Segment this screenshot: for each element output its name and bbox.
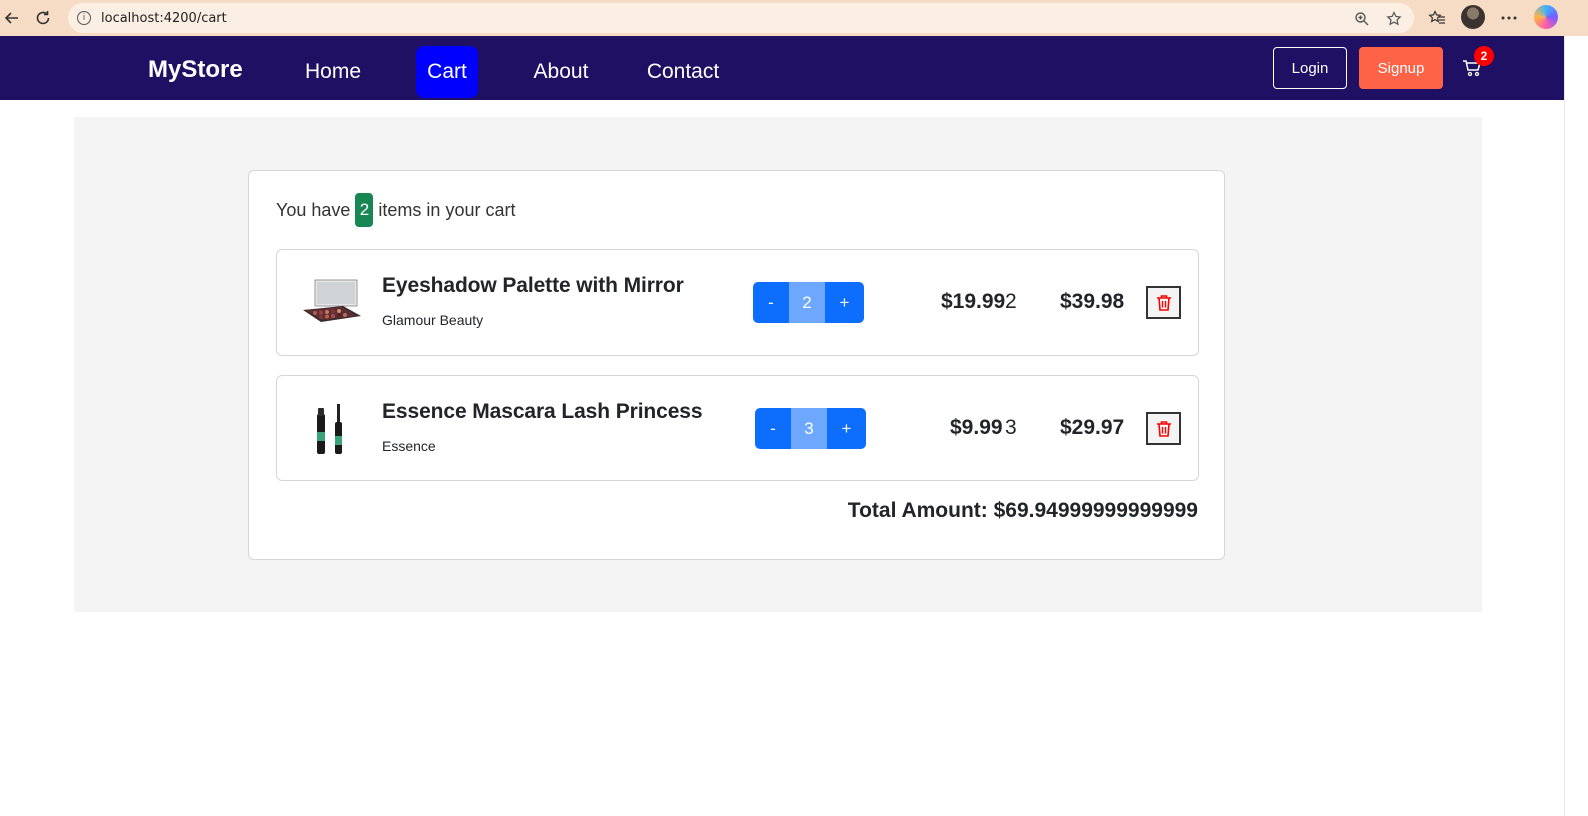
nav-link-contact[interactable]: Contact <box>640 46 726 98</box>
total-amount: Total Amount: $69.94999999999999 <box>848 499 1198 523</box>
unit-price: $19.99 <box>941 290 1006 313</box>
scrollbar[interactable] <box>1564 36 1588 816</box>
favorites-icon[interactable] <box>1425 6 1449 30</box>
product-brand: Glamour Beauty <box>382 312 484 328</box>
total-value: $69.94999999999999 <box>993 499 1198 522</box>
site-navbar: MyStore Home Cart About Contact Login Si… <box>0 36 1564 100</box>
quantity-stepper: - 3 + <box>755 408 866 449</box>
delete-item-button[interactable] <box>1146 412 1181 445</box>
product-name: Eyeshadow Palette with Mirror <box>382 274 684 297</box>
decrement-button[interactable]: - <box>753 282 789 323</box>
line-total: $39.98 <box>1060 290 1125 313</box>
increment-button[interactable]: + <box>827 408 866 449</box>
item-count-badge: 2 <box>355 193 374 227</box>
summary-prefix: You have <box>276 199 351 220</box>
cart-panel: You have 2 items in your cart Eyeshadow … <box>248 170 1225 560</box>
trash-icon <box>1156 294 1171 311</box>
brand-logo[interactable]: MyStore <box>148 56 243 84</box>
quantity-value: 3 <box>791 408 827 449</box>
address-bar[interactable]: i localhost:4200/cart <box>68 3 1414 33</box>
back-icon[interactable] <box>0 6 24 30</box>
quantity-stepper: - 2 + <box>753 282 864 323</box>
product-image-mascara <box>301 402 363 458</box>
product-brand: Essence <box>382 438 436 454</box>
cart-count-badge: 2 <box>1474 46 1494 66</box>
product-name: Essence Mascara Lash Princess <box>382 400 703 423</box>
cart-summary: You have 2 items in your cart <box>276 193 515 227</box>
quantity-value: 2 <box>789 282 825 323</box>
signup-button[interactable]: Signup <box>1359 47 1443 89</box>
unit-quantity: 3 <box>1005 416 1017 439</box>
site-info-icon[interactable]: i <box>77 11 91 25</box>
reload-icon[interactable] <box>31 6 55 30</box>
cart-item: Eyeshadow Palette with Mirror Glamour Be… <box>276 249 1199 356</box>
nav-link-cart[interactable]: Cart <box>416 46 478 98</box>
summary-suffix: items in your cart <box>378 199 516 220</box>
increment-button[interactable]: + <box>825 282 864 323</box>
copilot-icon[interactable] <box>1534 5 1558 29</box>
profile-avatar[interactable] <box>1461 5 1485 29</box>
browser-toolbar: i localhost:4200/cart <box>0 0 1588 36</box>
decrement-button[interactable]: - <box>755 408 791 449</box>
total-label: Total Amount: <box>847 499 988 522</box>
cart-item: Essence Mascara Lash Princess Essence - … <box>276 375 1199 481</box>
nav-link-home[interactable]: Home <box>298 46 368 98</box>
url-text: localhost:4200/cart <box>101 10 227 26</box>
nav-link-about[interactable]: About <box>526 46 596 98</box>
delete-item-button[interactable] <box>1146 286 1181 319</box>
more-options-icon[interactable] <box>1497 6 1521 30</box>
line-total: $29.97 <box>1060 416 1125 439</box>
login-button[interactable]: Login <box>1273 47 1347 89</box>
unit-price: $9.99 <box>950 416 1003 439</box>
favorite-star-icon[interactable] <box>1385 10 1403 28</box>
unit-quantity: 2 <box>1005 290 1017 313</box>
trash-icon <box>1156 420 1171 437</box>
zoom-icon[interactable] <box>1353 10 1371 28</box>
product-image-eyeshadow <box>301 276 363 332</box>
